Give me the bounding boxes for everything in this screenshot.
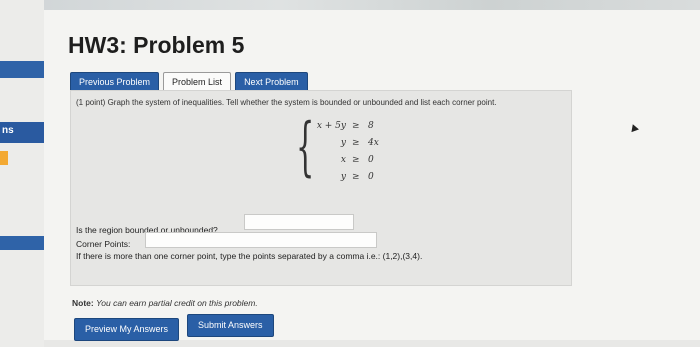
left-sidebar bbox=[0, 0, 44, 347]
previous-problem-button[interactable]: Previous Problem bbox=[70, 72, 160, 92]
preview-answers-button[interactable]: Preview My Answers bbox=[74, 318, 180, 341]
sidebar-item-label: ns bbox=[2, 125, 14, 136]
inequality-lhs: y bbox=[340, 138, 346, 148]
inequality-lhs: x bbox=[340, 155, 346, 165]
next-problem-button[interactable]: Next Problem bbox=[235, 72, 308, 92]
inequality-lhs: x + 5y bbox=[316, 121, 346, 131]
problem-list-button[interactable]: Problem List bbox=[163, 72, 232, 92]
inequality-system: { x + 5y ≥ 8 y ≥ 4x x ≥ 0 y ≥ 0 bbox=[296, 115, 388, 189]
bounded-answer-field[interactable] bbox=[244, 214, 354, 230]
sidebar-highlight-bottom[interactable] bbox=[0, 236, 44, 250]
submit-answers-button[interactable]: Submit Answers bbox=[187, 314, 274, 337]
corner-points-label: Corner Points: bbox=[76, 239, 131, 249]
inequality-row: y ≥ 0 bbox=[306, 172, 386, 186]
note-text: You can earn partial credit on this prob… bbox=[96, 298, 258, 308]
note-label: Note: bbox=[72, 298, 94, 308]
inequality-rhs: 4x bbox=[368, 138, 379, 148]
corner-points-hint: If there is more than one corner point, … bbox=[76, 251, 423, 261]
corner-points-field[interactable] bbox=[145, 232, 377, 248]
sidebar-marker bbox=[0, 151, 8, 165]
problem-statement: (1 point) Graph the system of inequaliti… bbox=[76, 98, 497, 107]
inequality-rhs: 0 bbox=[368, 172, 374, 182]
inequality-operator: ≥ bbox=[352, 138, 360, 148]
inequality-rhs: 8 bbox=[368, 121, 374, 131]
partial-credit-note: Note: You can earn partial credit on thi… bbox=[72, 298, 258, 308]
page-title: HW3: Problem 5 bbox=[68, 32, 245, 58]
inequality-operator: ≥ bbox=[352, 121, 360, 131]
inequality-lhs: y bbox=[340, 172, 346, 182]
problem-nav: Previous Problem Problem List Next Probl… bbox=[70, 72, 308, 92]
sidebar-highlight[interactable] bbox=[0, 61, 44, 78]
inequality-row: x ≥ 0 bbox=[306, 155, 386, 169]
inequality-rhs: 0 bbox=[368, 155, 374, 165]
inequality-operator: ≥ bbox=[352, 155, 360, 165]
inequality-operator: ≥ bbox=[352, 172, 360, 182]
inequality-row: y ≥ 4x bbox=[306, 138, 386, 152]
sidebar-item-active[interactable]: ns bbox=[0, 122, 44, 143]
inequality-row: x + 5y ≥ 8 bbox=[306, 121, 386, 135]
